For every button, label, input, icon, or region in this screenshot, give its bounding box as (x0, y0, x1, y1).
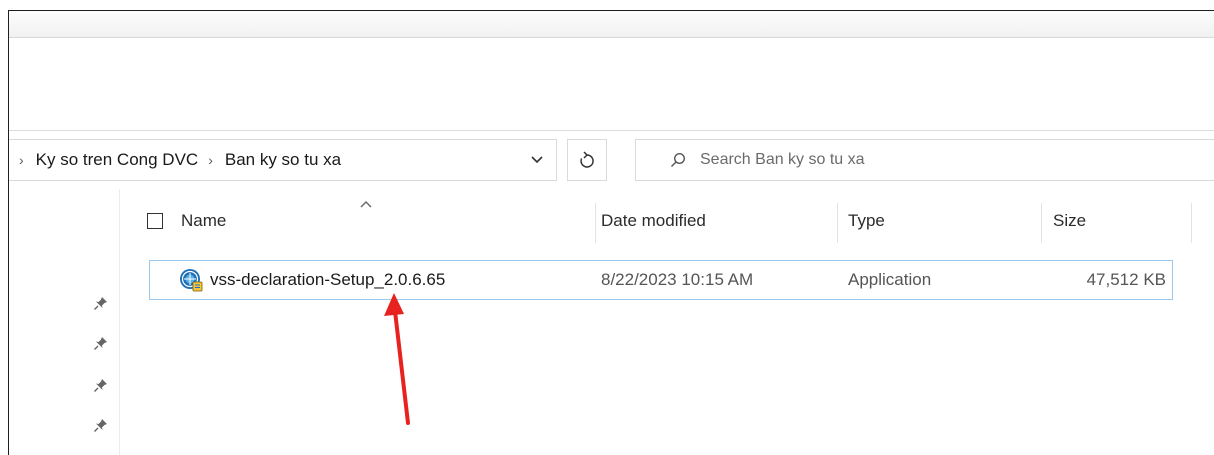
red-arrow (384, 293, 410, 425)
file-explorer-window: › Ky so tren Cong DVC › Ban ky so tu xa (8, 10, 1214, 455)
